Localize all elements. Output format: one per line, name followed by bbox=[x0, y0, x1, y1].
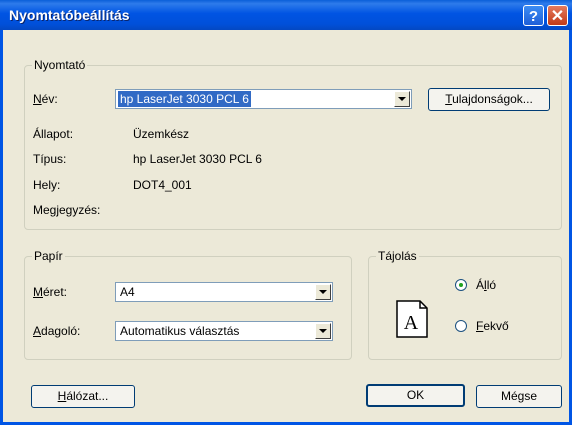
help-icon: ? bbox=[528, 8, 539, 25]
paper-size-value: A4 bbox=[120, 285, 135, 299]
where-label: Hely: bbox=[33, 178, 61, 192]
network-button[interactable]: Hálózat... bbox=[31, 385, 135, 408]
name-label: Név: bbox=[33, 92, 58, 106]
portrait-page-icon: A bbox=[396, 300, 428, 338]
window-frame-left bbox=[0, 30, 3, 425]
orientation-group-label: Tájolás bbox=[376, 249, 419, 263]
paper-size-select[interactable]: A4 bbox=[115, 282, 333, 302]
type-value: hp LaserJet 3030 PCL 6 bbox=[133, 152, 262, 166]
properties-button[interactable]: Tulajdonságok... bbox=[428, 88, 550, 111]
paper-group: Papír bbox=[24, 249, 352, 360]
printer-name-select[interactable]: hp LaserJet 3030 PCL 6 bbox=[115, 89, 412, 109]
portrait-label[interactable]: Álló bbox=[476, 278, 496, 292]
paper-source-select[interactable]: Automatikus választás bbox=[115, 321, 333, 341]
printer-group-label: Nyomtató bbox=[32, 58, 88, 72]
chevron-down-icon[interactable] bbox=[315, 284, 331, 300]
portrait-radio[interactable] bbox=[455, 279, 467, 291]
status-label: Állapot: bbox=[33, 127, 74, 141]
chevron-down-icon[interactable] bbox=[394, 91, 410, 107]
landscape-label[interactable]: Fekvő bbox=[476, 319, 509, 333]
printer-name-value: hp LaserJet 3030 PCL 6 bbox=[118, 91, 251, 107]
landscape-radio[interactable] bbox=[455, 320, 467, 332]
help-button[interactable]: ? bbox=[523, 5, 544, 26]
ok-button[interactable]: OK bbox=[366, 384, 465, 407]
paper-group-label: Papír bbox=[32, 249, 65, 263]
print-setup-dialog: Nyomtatóbeállítás ? ✕ Nyomtató Név: hp L… bbox=[0, 0, 572, 425]
status-value: Üzemkész bbox=[133, 127, 190, 141]
chevron-down-icon[interactable] bbox=[315, 323, 331, 339]
page-icon-letter: A bbox=[404, 312, 419, 334]
title-bar[interactable]: Nyomtatóbeállítás ? ✕ bbox=[0, 0, 572, 30]
paper-source-value: Automatikus választás bbox=[120, 324, 240, 338]
where-value: DOT4_001 bbox=[133, 178, 192, 192]
source-label: Adagoló: bbox=[33, 324, 81, 338]
window-title: Nyomtatóbeállítás bbox=[9, 7, 130, 23]
cancel-button[interactable]: Mégse bbox=[476, 385, 562, 408]
size-label: Méret: bbox=[33, 285, 68, 299]
comment-label: Megjegyzés: bbox=[33, 203, 101, 217]
type-label: Típus: bbox=[33, 152, 67, 166]
close-button[interactable]: ✕ bbox=[547, 5, 568, 26]
close-icon: ✕ bbox=[550, 8, 565, 25]
